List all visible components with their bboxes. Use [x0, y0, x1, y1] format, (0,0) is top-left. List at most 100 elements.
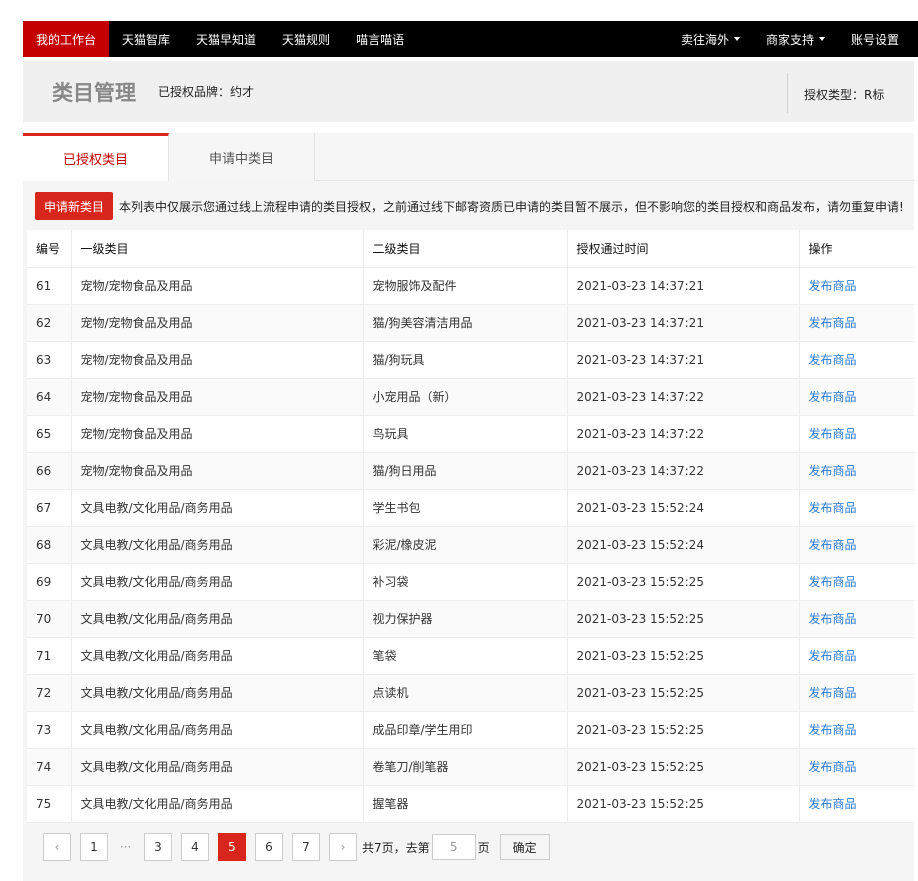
caret-down-icon [733, 37, 740, 41]
authorized-brand: 已授权品牌：约才 [158, 85, 255, 99]
cell-level1: 文具电教/文化用品/商务用品 [70, 748, 363, 786]
publish-product-link[interactable]: 发布商品 [809, 501, 857, 515]
goto-page-confirm-button[interactable]: 确定 [499, 834, 550, 860]
table-header-row: 编号 一级类目 二级类目 授权通过时间 操作 [27, 230, 914, 268]
cell-level2: 卷笔刀/削笔器 [362, 748, 567, 786]
publish-product-link[interactable]: 发布商品 [809, 279, 857, 293]
goto-page-input[interactable] [431, 834, 476, 860]
cell-id: 69 [27, 563, 71, 601]
publish-product-link[interactable]: 发布商品 [809, 316, 857, 330]
cell-auth-time: 2021-03-23 14:37:21 [566, 304, 799, 342]
prev-page-button[interactable]: ‹ [43, 833, 71, 861]
cell-auth-time: 2021-03-23 15:52:25 [566, 600, 799, 638]
cell-id: 62 [27, 304, 71, 342]
cell-action: 发布商品 [798, 748, 914, 786]
cell-action: 发布商品 [798, 378, 914, 416]
publish-product-link[interactable]: 发布商品 [809, 686, 857, 700]
page-buttons: 34567 [144, 833, 329, 861]
cell-action: 发布商品 [798, 341, 914, 379]
cell-level1: 宠物/宠物食品及用品 [70, 415, 363, 453]
apply-new-category-button[interactable]: 申请新类目 [35, 192, 114, 220]
table-row: 68 文具电教/文化用品/商务用品 彩泥/橡皮泥 2021-03-23 15:52:2… [27, 526, 914, 564]
page-button-6[interactable]: 6 [255, 833, 283, 861]
cell-id: 70 [27, 600, 71, 638]
pagination-total-text: 共7页，去第 [362, 840, 430, 855]
cell-level1: 宠物/宠物食品及用品 [70, 452, 363, 490]
cell-auth-time: 2021-03-23 15:52:25 [566, 785, 799, 823]
cell-auth-time: 2021-03-23 15:52:25 [566, 711, 799, 749]
publish-product-link[interactable]: 发布商品 [809, 612, 857, 626]
top-nav-right: 卖往海外 商家支持 账号设置 [668, 21, 918, 57]
publish-product-link[interactable]: 发布商品 [809, 797, 857, 811]
cell-auth-time: 2021-03-23 15:52:24 [566, 489, 799, 527]
nav-right-label: 卖往海外 [680, 32, 729, 47]
page-title: 类目管理 [52, 81, 136, 105]
category-panel: 申请新类目 本列表中仅展示您通过线上流程申请的类目授权，之前通过线下邮寄资质已申… [23, 181, 914, 881]
cell-level2: 猫/狗日用品 [362, 452, 567, 490]
nav-right-item-2[interactable]: 账号设置 [838, 21, 912, 57]
cell-auth-time: 2021-03-23 14:37:21 [566, 267, 799, 305]
table-row: 71 文具电教/文化用品/商务用品 笔袋 2021-03-23 15:52:25 发布商… [27, 637, 914, 675]
page-button-7[interactable]: 7 [292, 833, 320, 861]
page-button-4[interactable]: 4 [181, 833, 209, 861]
next-page-button[interactable]: › [329, 833, 357, 861]
nav-item-1[interactable]: 天猫智库 [109, 21, 183, 57]
cell-action: 发布商品 [798, 637, 914, 675]
cell-id: 67 [27, 489, 71, 527]
table-row: 64 宠物/宠物食品及用品 小宠用品（新） 2021-03-23 14:37:22 发布… [27, 378, 914, 416]
publish-product-link[interactable]: 发布商品 [809, 760, 857, 774]
pagination-ellipsis: ··· [119, 840, 132, 854]
cell-id: 68 [27, 526, 71, 564]
publish-product-link[interactable]: 发布商品 [809, 353, 857, 367]
column-header-auth-time: 授权通过时间 [566, 230, 799, 268]
publish-product-link[interactable]: 发布商品 [809, 649, 857, 663]
table-row: 65 宠物/宠物食品及用品 鸟玩具 2021-03-23 14:37:22 发布商品 [27, 415, 914, 453]
cell-action: 发布商品 [798, 452, 914, 490]
cell-auth-time: 2021-03-23 15:52:25 [566, 637, 799, 675]
publish-product-link[interactable]: 发布商品 [809, 464, 857, 478]
page-button-3[interactable]: 3 [144, 833, 172, 861]
page-button-5[interactable]: 5 [218, 833, 246, 861]
publish-product-link[interactable]: 发布商品 [809, 427, 857, 441]
cell-action: 发布商品 [798, 785, 914, 823]
cell-action: 发布商品 [798, 526, 914, 564]
cell-auth-time: 2021-03-23 14:37:22 [566, 415, 799, 453]
publish-product-link[interactable]: 发布商品 [809, 723, 857, 737]
publish-product-link[interactable]: 发布商品 [809, 538, 857, 552]
notice-row: 申请新类目 本列表中仅展示您通过线上流程申请的类目授权，之前通过线下邮寄资质已申… [35, 192, 910, 220]
nav-right-item-0[interactable]: 卖往海外 [668, 21, 753, 57]
header-divider [787, 73, 788, 113]
nav-item-2[interactable]: 天猫早知道 [183, 21, 269, 57]
cell-auth-time: 2021-03-23 15:52:25 [566, 748, 799, 786]
cell-level1: 宠物/宠物食品及用品 [70, 304, 363, 342]
nav-item-0[interactable]: 我的工作台 [23, 21, 110, 57]
table-row: 74 文具电教/文化用品/商务用品 卷笔刀/削笔器 2021-03-23 15:52:… [27, 748, 914, 786]
cell-level2: 成品印章/学生用印 [362, 711, 567, 749]
tab-pending-categories[interactable]: 申请中类目 [169, 133, 315, 181]
nav-item-4[interactable]: 喵言喵语 [343, 21, 417, 57]
cell-level1: 文具电教/文化用品/商务用品 [70, 711, 363, 749]
nav-right-label: 商家支持 [765, 32, 814, 47]
column-header-level1: 一级类目 [70, 230, 363, 268]
cell-level1: 文具电教/文化用品/商务用品 [70, 674, 363, 712]
cell-level2: 补习袋 [362, 563, 567, 601]
cell-action: 发布商品 [798, 563, 914, 601]
cell-level1: 宠物/宠物食品及用品 [70, 267, 363, 305]
cell-level1: 宠物/宠物食品及用品 [70, 341, 363, 379]
cell-action: 发布商品 [798, 489, 914, 527]
nav-item-3[interactable]: 天猫规则 [269, 21, 343, 57]
page-button-1[interactable]: 1 [80, 833, 108, 861]
tab-authorized-categories[interactable]: 已授权类目 [23, 133, 169, 181]
table-row: 72 文具电教/文化用品/商务用品 点读机 2021-03-23 15:52:25 发布… [27, 674, 914, 712]
cell-id: 72 [27, 674, 71, 712]
cell-id: 65 [27, 415, 71, 453]
cell-action: 发布商品 [798, 267, 914, 305]
cell-level1: 文具电教/文化用品/商务用品 [70, 526, 363, 564]
publish-product-link[interactable]: 发布商品 [809, 575, 857, 589]
cell-action: 发布商品 [798, 711, 914, 749]
nav-right-item-1[interactable]: 商家支持 [753, 21, 838, 57]
publish-product-link[interactable]: 发布商品 [809, 390, 857, 404]
cell-id: 75 [27, 785, 71, 823]
category-table: 编号 一级类目 二级类目 授权通过时间 操作 61 宠物/宠物食品及用品 宠物服饰及… [27, 230, 914, 823]
cell-id: 74 [27, 748, 71, 786]
